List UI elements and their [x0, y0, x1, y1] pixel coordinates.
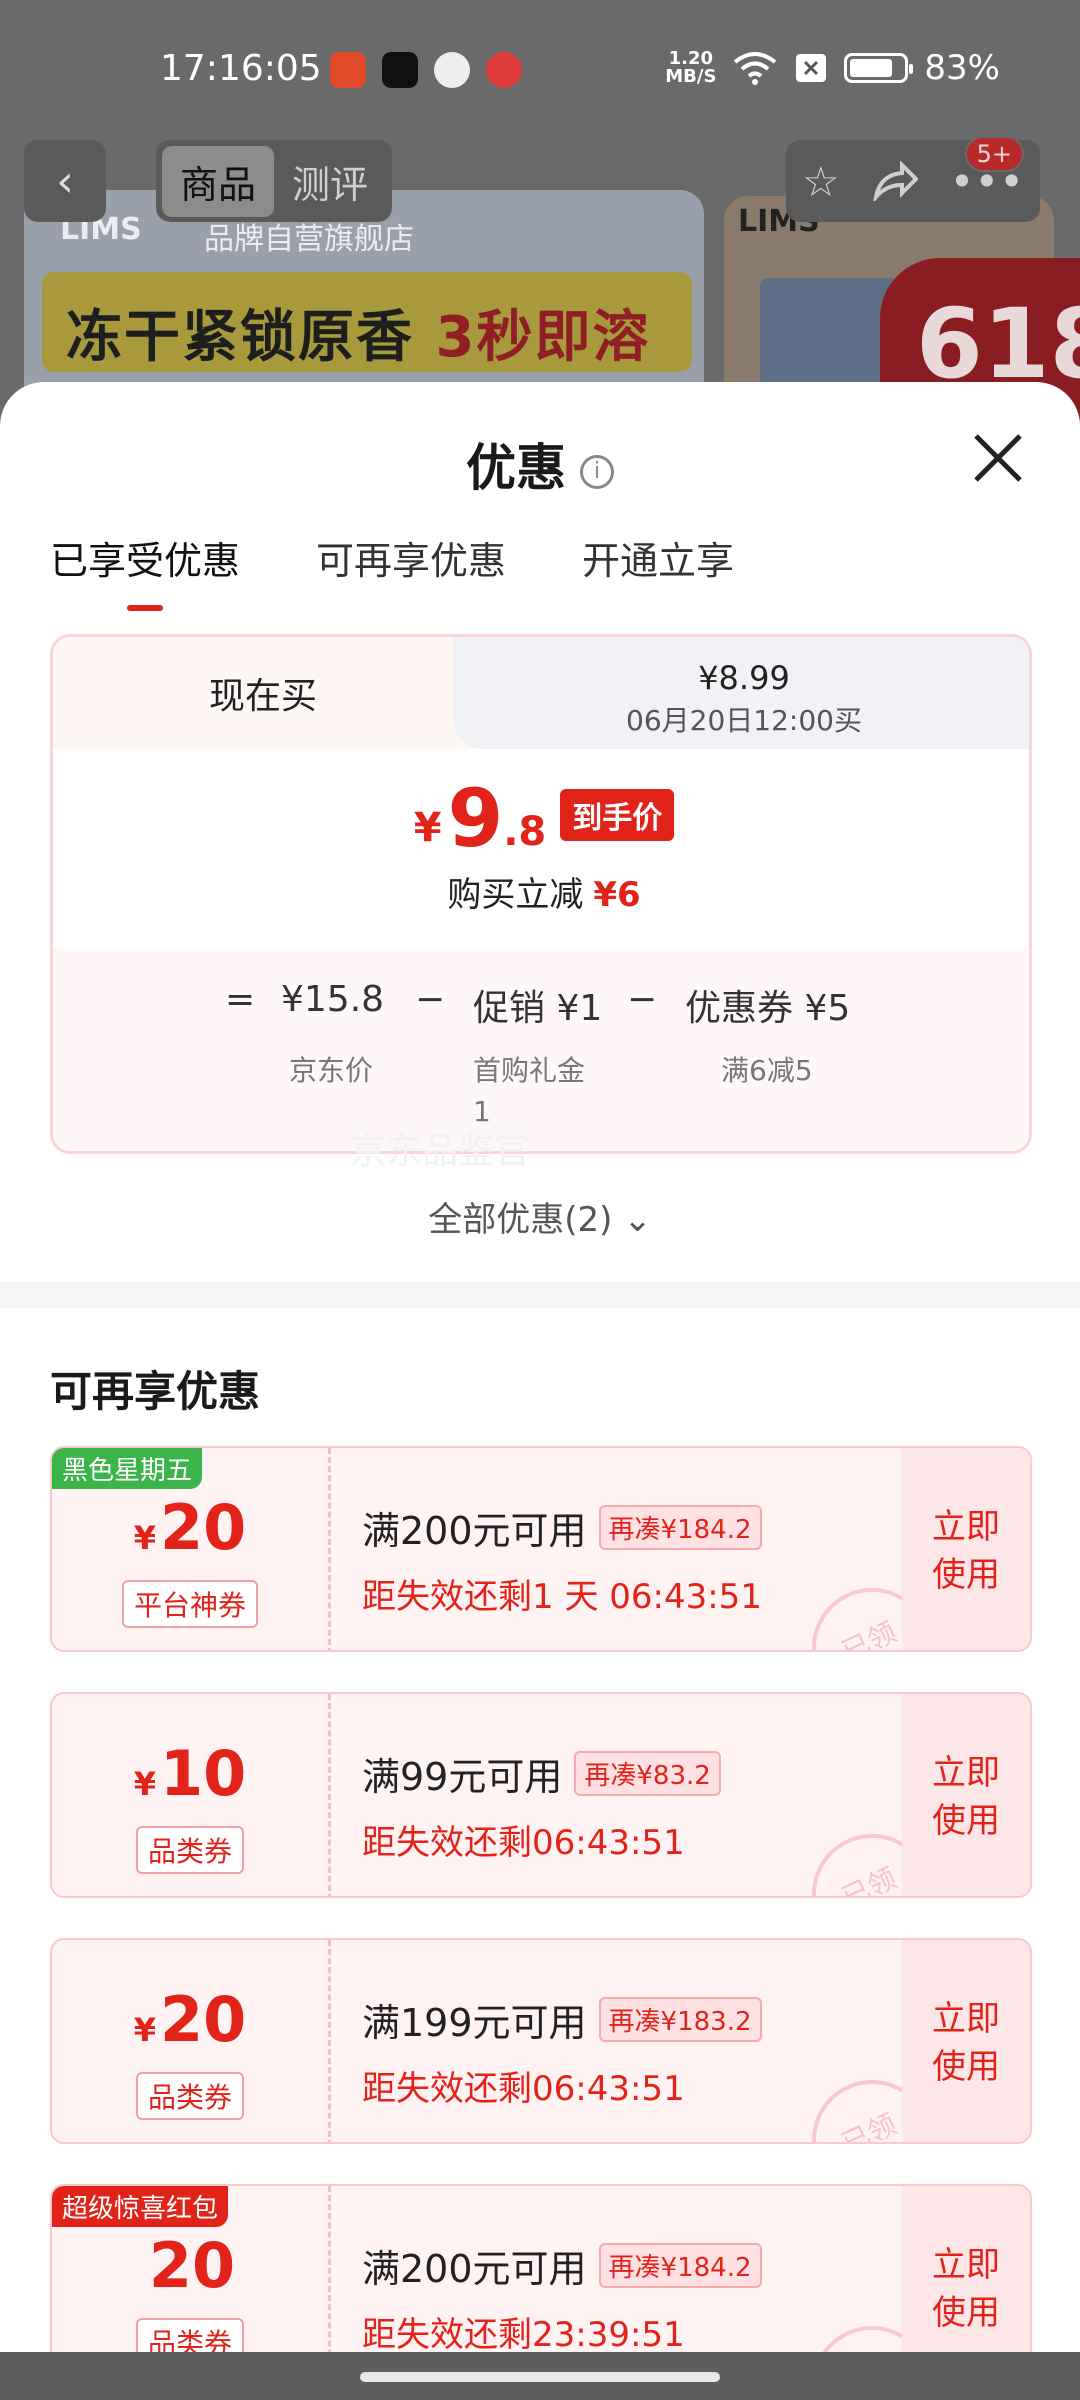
share-icon[interactable] — [872, 161, 918, 201]
coupon-amount: 20 — [148, 2229, 236, 2302]
coupon-card[interactable]: ¥10 品类券 满99元可用 再凑¥83.2 距失效还剩06:43:51 已领 立… — [50, 1692, 1032, 1898]
minus-sign: − — [415, 979, 446, 1020]
slogan: 冻干紧锁原香 3秒即溶 — [66, 305, 651, 370]
close-icon[interactable] — [968, 428, 1028, 488]
net-speed: 1.20 MB/S — [665, 48, 717, 87]
home-indicator[interactable] — [360, 2372, 720, 2382]
promo-discount: 促销 ¥1 — [473, 988, 603, 1029]
coupon-separator — [328, 2186, 331, 2352]
app-icon-man — [330, 52, 366, 88]
coupon-condition: 满199元可用 — [362, 2001, 587, 2045]
coupon-label: 满6减5 — [721, 1054, 813, 1087]
offer-tabs: 已享受优惠 可再享优惠 开通立享 — [50, 530, 734, 585]
sheet-title: 优惠 i — [0, 428, 1080, 500]
section-title: 可再享优惠 — [50, 1367, 261, 1416]
coupon-card[interactable]: 超级惊喜红包 20 品类券 满200元可用 再凑¥184.2 距失效还剩23:39… — [50, 2184, 1032, 2352]
equals-sign: = — [225, 979, 256, 1020]
battery-percent: 83% — [924, 48, 1000, 88]
nav-bar: ‹ 商品 测评 ☆ ••• 5+ — [0, 136, 1080, 226]
use-now-button[interactable]: 立即 使用 — [902, 2186, 1030, 2352]
chevron-down-icon: ⌄ — [623, 1200, 652, 1240]
jd-price-label: 京东价 — [289, 1054, 374, 1087]
sim-off-icon — [796, 54, 827, 82]
watermark: 京东品鉴官 — [350, 1131, 531, 1172]
coupon-separator — [328, 1940, 331, 2142]
jd-price: ¥15.8 — [281, 979, 385, 1020]
use-now-button[interactable]: 立即 使用 — [902, 1694, 1030, 1896]
promo-label: 首购礼金 — [473, 1054, 586, 1087]
coupon-expire: 距失效还剩06:43:51 — [362, 1823, 685, 1863]
info-icon[interactable]: i — [580, 454, 614, 489]
status-bar: 17:16:05 1.20 MB/S 83% — [0, 0, 1080, 140]
coupon-separator — [328, 1448, 331, 1650]
status-time: 17:16:05 — [160, 48, 322, 89]
coupon-card[interactable]: ¥20 品类券 满199元可用 再凑¥183.2 距失效还剩06:43:51 已领… — [50, 1938, 1032, 2144]
coupon-type: 品类券 — [135, 2072, 244, 2120]
coupon-separator — [328, 1694, 331, 1896]
all-offers-button[interactable]: 全部优惠(2) ⌄ — [0, 1192, 1080, 1241]
star-icon[interactable]: ☆ — [802, 157, 840, 206]
price-breakdown: = ¥15.8 − 促销 ¥1 − 优惠券 ¥5 京东价 首购礼金 1 满6减5 — [53, 949, 1029, 1151]
final-price-tag: 到手价 — [560, 789, 675, 841]
coupon-amount: ¥20 — [133, 1983, 247, 2056]
final-price-area: ¥ 9 .8 到手价 购买立减 ¥6 — [53, 749, 1029, 949]
app-icon-zhi — [434, 52, 470, 88]
app-icon-tiktok — [382, 52, 418, 88]
minus-sign: − — [627, 979, 658, 1020]
tab-more-available[interactable]: 可再享优惠 — [316, 530, 506, 585]
coupon-condition: 满99元可用 — [362, 1755, 563, 1799]
use-now-button[interactable]: 立即 使用 — [902, 1940, 1030, 2142]
instant-reduction: 购买立减 ¥6 — [447, 875, 641, 915]
coupon-amount: ¥20 — [133, 1491, 247, 1564]
battery-icon — [844, 53, 914, 83]
coupon-expire: 距失效还剩1 天 06:43:51 — [362, 1577, 762, 1617]
final-price: ¥ 9 .8 到手价 — [53, 749, 1029, 859]
use-now-button[interactable]: 立即 使用 — [902, 1448, 1030, 1650]
coupon-condition: 满200元可用 — [362, 2247, 587, 2291]
coupon-expire: 距失效还剩06:43:51 — [362, 2069, 685, 2109]
coupon-type: 品类券 — [135, 2318, 244, 2352]
later-price: ¥8.99 — [698, 659, 790, 697]
coupon-condition: 满200元可用 — [362, 1509, 587, 1553]
offers-sheet: 优惠 i 已享受优惠 可再享优惠 开通立享 现在买 ¥8.99 06月20日12:… — [0, 382, 1080, 2352]
message-badge: 5+ — [964, 136, 1024, 172]
coupon-gap: 再凑¥184.2 — [598, 2243, 762, 2288]
buy-now-tab[interactable]: 现在买 — [53, 637, 473, 749]
tab-review[interactable]: 测评 — [274, 146, 386, 217]
nav-tabs: 商品 测评 — [156, 140, 393, 222]
tab-enjoyed[interactable]: 已享受优惠 — [50, 530, 240, 585]
coupon-gap: 再凑¥83.2 — [574, 1751, 721, 1796]
coupon-gap: 再凑¥184.2 — [598, 1505, 762, 1550]
tab-activate[interactable]: 开通立享 — [582, 530, 734, 585]
status-right: 1.20 MB/S 83% — [665, 48, 1000, 88]
price-card: 现在买 ¥8.99 06月20日12:00买 ¥ 9 .8 到手价 购买立减 ¥6… — [50, 634, 1032, 1154]
chevron-left-icon: ‹ — [56, 155, 74, 207]
coupon-card[interactable]: 黑色星期五 ¥20 平台神券 满200元可用 再凑¥184.2 距失效还剩1 天 … — [50, 1446, 1032, 1652]
later-date: 06月20日12:00买 — [626, 704, 862, 737]
app-icon-red — [486, 52, 522, 88]
section-divider — [0, 1282, 1080, 1308]
back-button[interactable]: ‹ — [24, 140, 106, 222]
coupon-amount: ¥10 — [133, 1737, 247, 1810]
buy-later-tab[interactable]: ¥8.99 06月20日12:00买 — [453, 637, 1029, 749]
coupon-expire: 距失效还剩23:39:51 — [362, 2315, 685, 2352]
coupon-type: 品类券 — [135, 1826, 244, 1874]
coupon-gap: 再凑¥183.2 — [598, 1997, 762, 2042]
coupon-discount: 优惠券 ¥5 — [685, 988, 851, 1029]
gesture-bar — [0, 2352, 1080, 2400]
nav-actions: ☆ ••• 5+ — [786, 136, 1040, 222]
wifi-icon — [734, 52, 777, 85]
coupon-type: 平台神券 — [121, 1580, 258, 1628]
tab-product[interactable]: 商品 — [162, 145, 275, 217]
